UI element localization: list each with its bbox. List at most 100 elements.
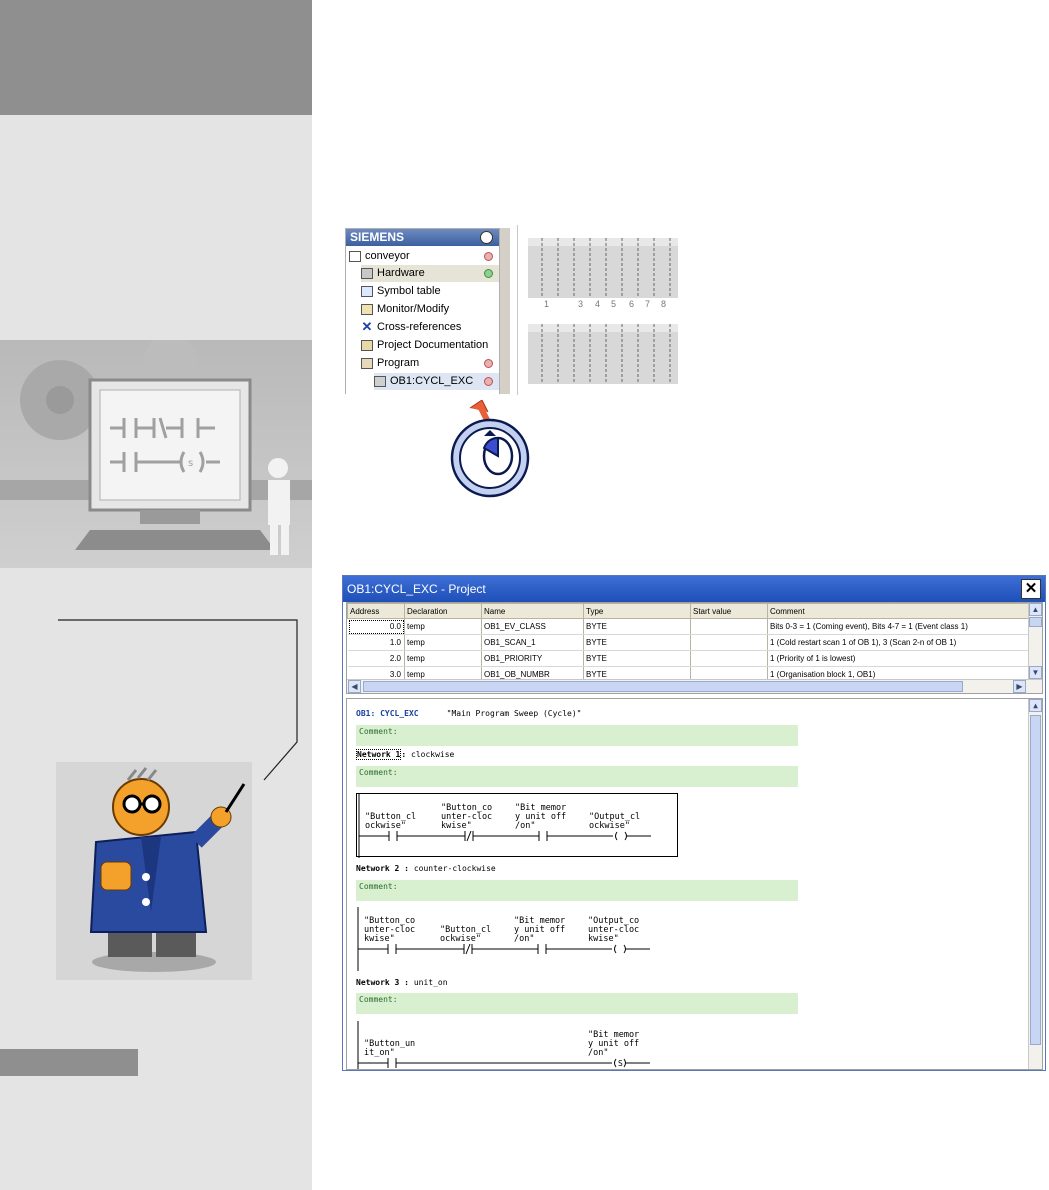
siemens-brand: SIEMENS bbox=[350, 230, 405, 244]
column-header-address[interactable]: Address bbox=[347, 603, 405, 619]
network-label: Network 1 bbox=[356, 749, 402, 760]
network-1-rung[interactable]: "Button_cl ockwise" "Button_co unter-cloc kw… bbox=[356, 793, 678, 858]
tree-item-hardware[interactable]: Hardware bbox=[361, 265, 499, 282]
declaration-horizontal-scrollbar[interactable]: ◀ ▶ bbox=[347, 679, 1042, 693]
coil-left-icon bbox=[614, 944, 617, 954]
cell-type[interactable]: BYTE bbox=[583, 634, 691, 651]
program-icon bbox=[361, 358, 373, 369]
scroll-thumb[interactable] bbox=[1029, 617, 1042, 627]
cell-comment[interactable]: Bits 0-3 = 1 (Coming event), Bits 4-7 = … bbox=[767, 618, 1030, 635]
operand-label: /on" bbox=[515, 821, 535, 831]
cell-start-value[interactable] bbox=[690, 618, 768, 635]
declaration-table: Address Declaration Name Type Start valu… bbox=[347, 603, 1030, 683]
project-icon bbox=[349, 251, 361, 262]
block-comment-field[interactable]: Comment: bbox=[356, 725, 798, 746]
tree-item-symbol-table[interactable]: Symbol table bbox=[361, 283, 499, 300]
column-header-name[interactable]: Name bbox=[481, 603, 584, 619]
coil-right-icon bbox=[624, 831, 627, 841]
hardware-rack-icon bbox=[528, 238, 678, 298]
block-editor-window: OB1:CYCL_EXC - Project ✕ Address Declara… bbox=[342, 575, 1046, 1071]
sidebar-tab bbox=[0, 1049, 138, 1076]
column-header-comment[interactable]: Comment bbox=[767, 603, 1030, 619]
network-title-text: unit_on bbox=[413, 978, 448, 987]
operand-label: ockwise" bbox=[589, 821, 630, 831]
close-button[interactable]: ✕ bbox=[1021, 579, 1041, 599]
code-vertical-scrollbar[interactable]: ▲ bbox=[1028, 699, 1042, 1069]
scroll-down-icon[interactable]: ▼ bbox=[1029, 666, 1042, 679]
tree-item-conveyor[interactable]: conveyor bbox=[349, 248, 499, 265]
cell-declaration[interactable]: temp bbox=[404, 634, 482, 651]
scroll-left-icon[interactable]: ◀ bbox=[348, 680, 361, 693]
operand-label: kwise" bbox=[364, 934, 395, 944]
globe-icon bbox=[480, 231, 493, 244]
documentation-icon bbox=[361, 340, 373, 351]
table-row[interactable]: 0.0 temp OB1_EV_CLASS BYTE Bits 0-3 = 1 … bbox=[347, 618, 1030, 635]
scroll-thumb[interactable] bbox=[1030, 715, 1041, 1045]
table-row[interactable]: 1.0 temp OB1_SCAN_1 BYTE 1 (Cold restart… bbox=[347, 634, 1030, 651]
window-title-bar[interactable]: OB1:CYCL_EXC - Project ✕ bbox=[343, 576, 1045, 602]
scroll-right-icon[interactable]: ▶ bbox=[1013, 680, 1026, 693]
cell-comment[interactable]: 1 (Cold restart scan 1 of OB 1), 3 (Scan… bbox=[767, 634, 1030, 651]
scroll-up-icon[interactable]: ▲ bbox=[1029, 603, 1042, 616]
operand-label: ockwise" bbox=[365, 821, 406, 831]
column-header-start-value[interactable]: Start value bbox=[690, 603, 768, 619]
sidebar: s bbox=[0, 0, 312, 1190]
declaration-vertical-scrollbar[interactable]: ▲ ▼ bbox=[1028, 603, 1042, 679]
tree-item-monitor-modify[interactable]: Monitor/Modify bbox=[361, 301, 499, 318]
network-title-text: counter-clockwise bbox=[413, 864, 496, 873]
professor-mascot bbox=[56, 762, 252, 980]
status-dot-icon bbox=[484, 377, 493, 386]
tree-item-cross-references[interactable]: ✕ Cross-references bbox=[361, 319, 499, 336]
network-2-ladder-diagram: "Button_counter-clockwise""Button_clockw… bbox=[357, 907, 650, 971]
tree-item-label: Project Documentation bbox=[377, 339, 489, 351]
siemens-title-bar: SIEMENS bbox=[346, 229, 499, 246]
network-2-title: Network 2 : counter-clockwise bbox=[356, 864, 496, 873]
monitor-icon bbox=[361, 304, 373, 315]
operand-label: kwise" bbox=[588, 934, 619, 944]
tree-item-label: Monitor/Modify bbox=[377, 303, 450, 315]
cell-address[interactable]: 2.0 bbox=[347, 650, 405, 667]
cell-start-value[interactable] bbox=[690, 650, 768, 667]
network-3-comment-field[interactable]: Comment: bbox=[356, 993, 798, 1014]
coil-right-icon bbox=[623, 1058, 626, 1068]
hardware-icon bbox=[361, 268, 373, 279]
scroll-thumb[interactable] bbox=[363, 681, 963, 692]
cell-declaration[interactable]: temp bbox=[404, 650, 482, 667]
cell-type[interactable]: BYTE bbox=[583, 650, 691, 667]
tree-splitter[interactable] bbox=[500, 228, 510, 394]
status-dot-icon bbox=[484, 269, 493, 278]
network-2-comment-field[interactable]: Comment: bbox=[356, 880, 798, 901]
rack-slot-label: 7 bbox=[645, 299, 651, 309]
scroll-up-icon[interactable]: ▲ bbox=[1029, 699, 1042, 712]
rack-image-top bbox=[528, 236, 684, 300]
column-header-type[interactable]: Type bbox=[583, 603, 691, 619]
cell-address[interactable]: 1.0 bbox=[347, 634, 405, 651]
cell-name[interactable]: OB1_EV_CLASS bbox=[481, 618, 584, 635]
hardware-rack-icon bbox=[528, 324, 678, 384]
network-label: Network 2 bbox=[356, 864, 400, 873]
cell-start-value[interactable] bbox=[690, 634, 768, 651]
operand-label: it_on" bbox=[364, 1048, 395, 1058]
tree-item-ob1[interactable]: OB1:CYCL_EXC bbox=[374, 373, 499, 390]
tree-item-label: Hardware bbox=[377, 267, 425, 279]
cell-address[interactable]: 0.0 bbox=[347, 618, 405, 635]
network-2-rung[interactable]: "Button_co unter-cloc kwise" "Button_cl ockw… bbox=[356, 907, 678, 971]
cell-name[interactable]: OB1_PRIORITY bbox=[481, 650, 584, 667]
table-row[interactable]: 2.0 temp OB1_PRIORITY BYTE 1 (Priority o… bbox=[347, 650, 1030, 667]
column-header-declaration[interactable]: Declaration bbox=[404, 603, 482, 619]
cell-declaration[interactable]: temp bbox=[404, 618, 482, 635]
network-3-title: Network 3 : unit_on bbox=[356, 978, 448, 987]
ladder-code-pane[interactable]: OB1: CYCL_EXC "Main Program Sweep (Cycle)… bbox=[346, 698, 1043, 1070]
cell-comment[interactable]: 1 (Priority of 1 is lowest) bbox=[767, 650, 1030, 667]
network-1-comment-field[interactable]: Comment: bbox=[356, 766, 798, 787]
coil-left-icon bbox=[614, 1058, 617, 1068]
network-3-rung[interactable]: "Button_un it_on" "Bit memor y unit off/on"… bbox=[356, 1021, 678, 1069]
tree-item-project-documentation[interactable]: Project Documentation bbox=[361, 337, 499, 354]
rack-slot-label: 4 bbox=[595, 299, 601, 309]
operand-label: /on" bbox=[514, 934, 534, 944]
tree-item-program[interactable]: Program bbox=[361, 355, 499, 372]
tree-item-label: OB1:CYCL_EXC bbox=[390, 375, 474, 387]
cell-name[interactable]: OB1_SCAN_1 bbox=[481, 634, 584, 651]
status-dot-icon bbox=[484, 359, 493, 368]
cell-type[interactable]: BYTE bbox=[583, 618, 691, 635]
